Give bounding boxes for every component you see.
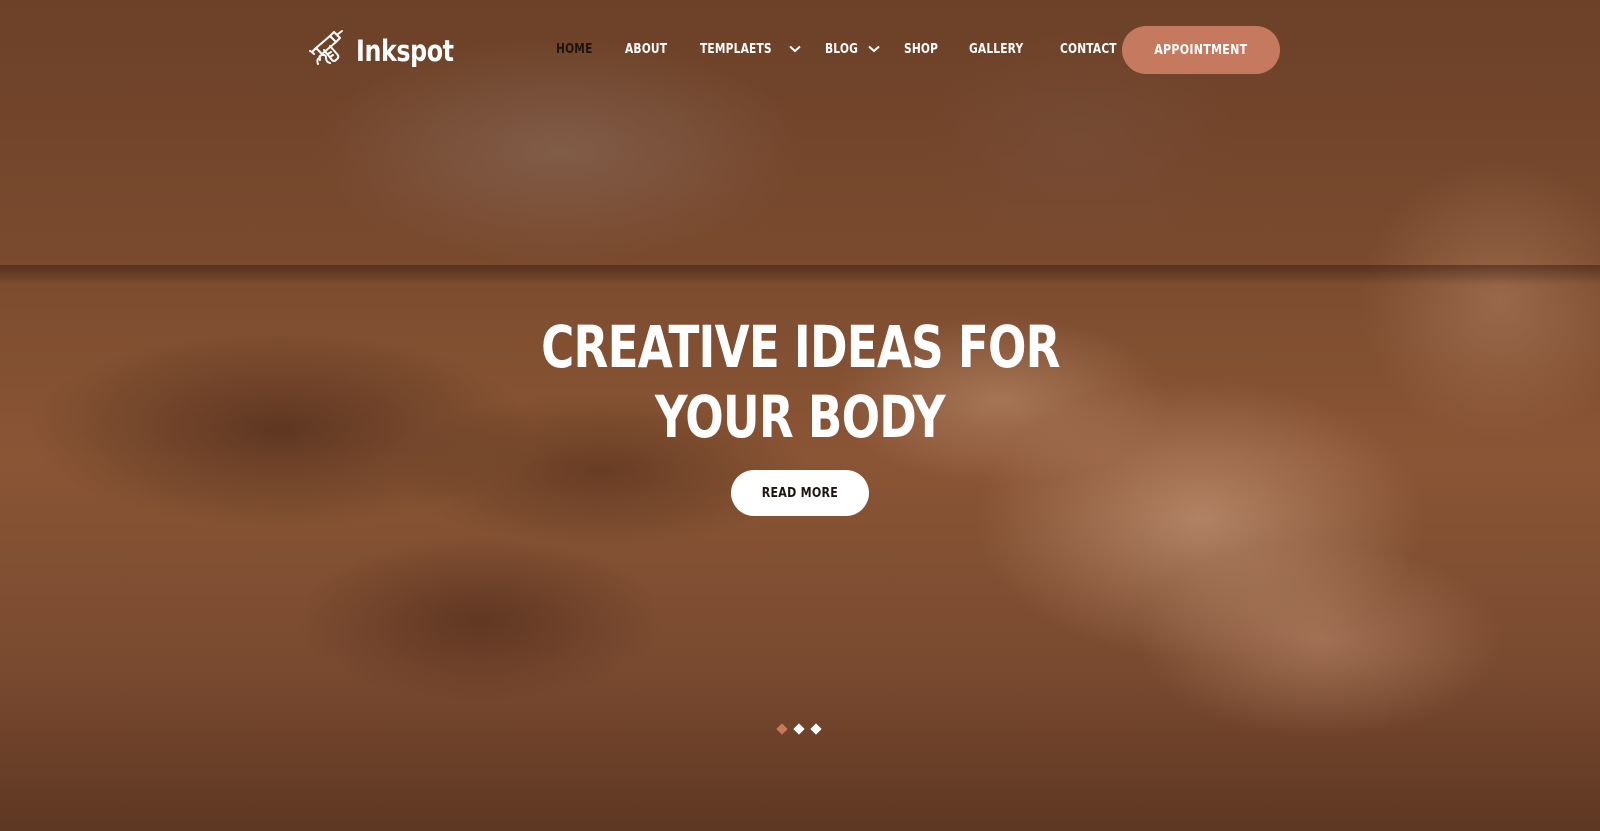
nav-shop[interactable]: SHOP bbox=[904, 38, 946, 60]
nav-templates[interactable]: TEMPLAETS bbox=[700, 38, 802, 60]
chevron-down-icon bbox=[868, 45, 880, 53]
appointment-button-label: APPOINTMENT bbox=[1154, 42, 1248, 58]
appointment-button[interactable]: APPOINTMENT bbox=[1122, 26, 1280, 74]
nav-about[interactable]: ABOUT bbox=[625, 38, 676, 60]
nav-shop-label: SHOP bbox=[903, 41, 938, 57]
nav-contact[interactable]: CONTACT bbox=[1060, 38, 1129, 60]
hero-headline-line1: CREATIVE IDEAS FOR bbox=[540, 313, 1060, 381]
nav-home-label: HOME bbox=[556, 41, 593, 57]
slider-pagination bbox=[776, 723, 822, 735]
logo-link[interactable]: Inkspot bbox=[308, 28, 475, 73]
read-more-label: READ MORE bbox=[761, 485, 839, 501]
slide-dot-2[interactable] bbox=[793, 723, 805, 735]
hero-headline: CREATIVE IDEAS FOR YOUR BODY bbox=[0, 312, 1600, 452]
slide-dot-1[interactable] bbox=[776, 723, 788, 735]
hero-headline-line2: YOUR BODY bbox=[655, 383, 946, 451]
hero-slider: Inkspot HOME ABOUT TEMPLAETS BLOG SHOP G… bbox=[0, 0, 1600, 831]
main-menu: HOME ABOUT TEMPLAETS BLOG SHOP GALLERY C… bbox=[556, 38, 1153, 60]
nav-blog-label: BLOG bbox=[825, 41, 859, 57]
brand-name: Inkspot bbox=[356, 33, 454, 68]
nav-gallery-label: GALLERY bbox=[969, 41, 1024, 57]
background-image bbox=[0, 265, 1600, 285]
nav-about-label: ABOUT bbox=[624, 41, 667, 57]
slide-dot-3[interactable] bbox=[810, 723, 822, 735]
nav-home[interactable]: HOME bbox=[556, 38, 601, 60]
read-more-button[interactable]: READ MORE bbox=[731, 470, 869, 516]
site-header: Inkspot HOME ABOUT TEMPLAETS BLOG SHOP G… bbox=[0, 0, 1600, 100]
nav-contact-label: CONTACT bbox=[1059, 41, 1117, 57]
nav-gallery[interactable]: GALLERY bbox=[969, 38, 1035, 60]
nav-templates-label: TEMPLAETS bbox=[700, 41, 772, 57]
tattoo-machine-icon bbox=[308, 28, 348, 73]
nav-blog[interactable]: BLOG bbox=[825, 38, 880, 60]
chevron-down-icon bbox=[789, 45, 802, 53]
